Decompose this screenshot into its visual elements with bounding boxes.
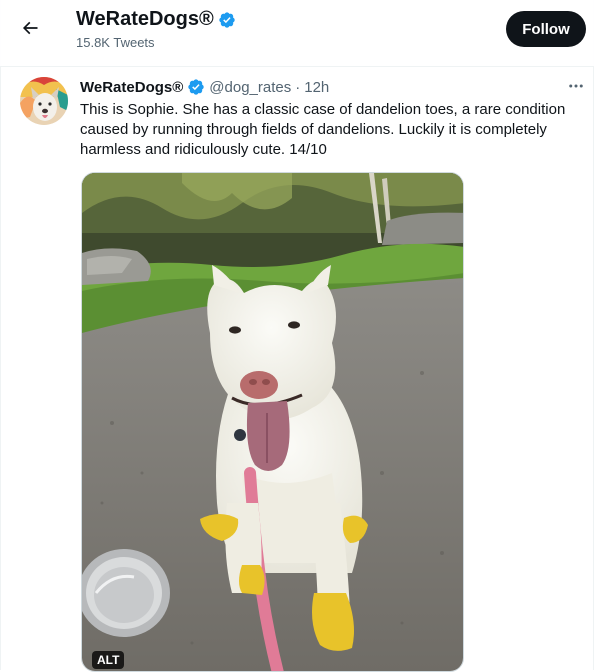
verified-badge-icon xyxy=(187,78,205,96)
arrow-left-icon xyxy=(20,18,40,43)
avatar[interactable] xyxy=(20,77,68,125)
back-button[interactable] xyxy=(12,12,48,48)
verified-badge-icon xyxy=(218,11,236,29)
tweet-author-handle[interactable]: @dog_rates xyxy=(209,79,291,96)
follow-button[interactable]: Follow xyxy=(506,11,586,47)
more-options-button[interactable] xyxy=(562,78,590,98)
tweet-header: WeRateDogs® @dog_rates · 12h xyxy=(80,78,329,96)
tweet-text: This is Sophie. She has a classic case o… xyxy=(80,101,566,158)
profile-header: WeRateDogs® 15.8K Tweets Follow xyxy=(0,0,594,67)
profile-name: WeRateDogs® xyxy=(76,8,214,30)
tweet-timestamp[interactable]: 12h xyxy=(304,79,329,96)
alt-text-badge[interactable]: ALT xyxy=(92,651,125,669)
tweet-author-name[interactable]: WeRateDogs® xyxy=(80,79,183,96)
separator-dot: · xyxy=(295,78,301,96)
tweet-count: 15.8K Tweets xyxy=(76,35,155,50)
more-horizontal-icon xyxy=(567,77,585,100)
tweet-photo[interactable] xyxy=(81,172,464,672)
profile-title: WeRateDogs® xyxy=(76,8,236,31)
